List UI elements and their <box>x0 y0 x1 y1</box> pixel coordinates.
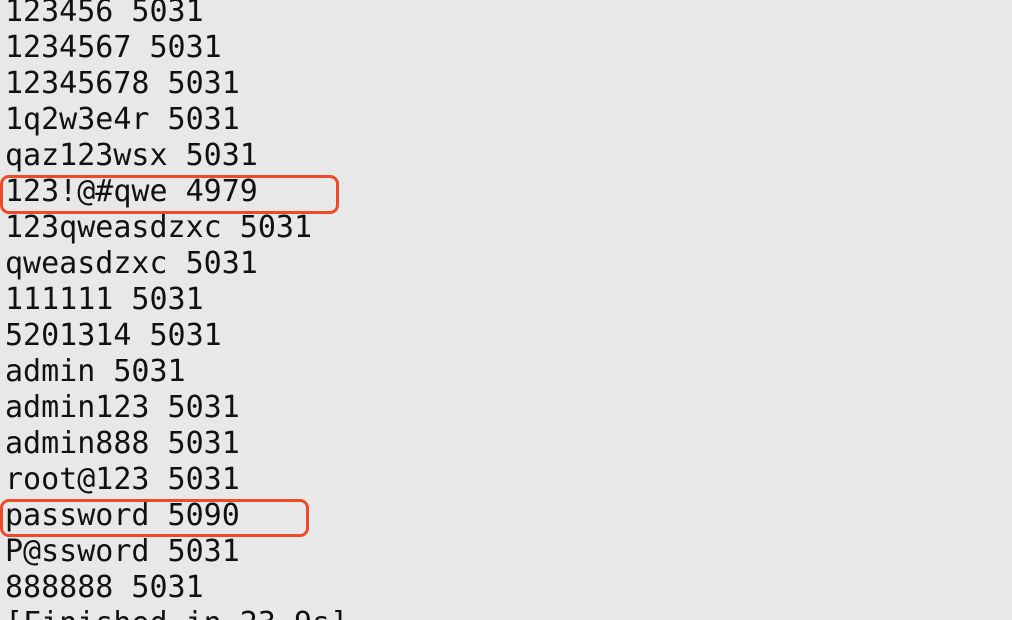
output-line: 111111 5031 <box>5 282 204 317</box>
build-finished-line: [Finished in 23.9s] <box>5 606 348 620</box>
highlight-box-password-line <box>0 499 309 537</box>
build-output-console: 123456 5031 1234567 5031 12345678 5031 1… <box>0 0 1012 620</box>
output-line: 123456 5031 <box>5 0 204 29</box>
output-line: 12345678 5031 <box>5 66 240 101</box>
output-line: 1234567 5031 <box>5 30 222 65</box>
output-line: root@123 5031 <box>5 462 240 497</box>
output-line: admin888 5031 <box>5 426 240 461</box>
output-line: admin 5031 <box>5 354 186 389</box>
output-line: qweasdzxc 5031 <box>5 246 258 281</box>
output-line: qaz123wsx 5031 <box>5 138 258 173</box>
output-line: 5201314 5031 <box>5 318 222 353</box>
output-line: 123qweasdzxc 5031 <box>5 210 313 245</box>
output-line: 1q2w3e4r 5031 <box>5 102 240 137</box>
output-line: 888888 5031 <box>5 570 204 605</box>
highlight-box-qwe-line <box>0 175 339 214</box>
output-line: P@ssword 5031 <box>5 534 240 569</box>
output-line: admin123 5031 <box>5 390 240 425</box>
